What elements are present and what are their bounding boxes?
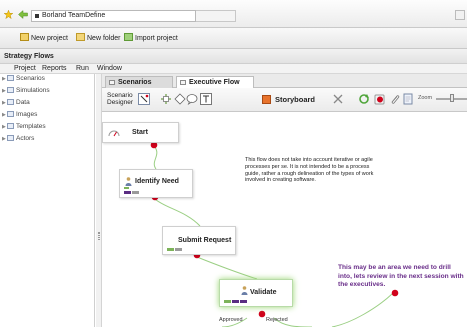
tab-scenarios[interactable]: Scenarios	[105, 76, 173, 88]
actors-icon	[7, 135, 14, 141]
start-gauge-icon	[108, 130, 120, 137]
app-tab-label: Borland TeamDefine	[42, 12, 106, 19]
tree-item-images[interactable]: ▶ Images	[2, 110, 37, 120]
new-project-icon	[20, 33, 29, 41]
stop-icon[interactable]	[374, 93, 386, 105]
connector-dot[interactable]	[258, 310, 266, 318]
flow-node-validate[interactable]: Validate	[219, 279, 293, 307]
tree-item-label: Actors	[16, 135, 35, 142]
status-swatch-gray	[175, 248, 182, 251]
editor-tabstrip: Scenarios Executive Flow	[102, 74, 467, 89]
menu-window[interactable]: Window	[97, 64, 122, 74]
storyboard-label: Storyboard	[275, 95, 316, 104]
tree-item-label: Templates	[16, 123, 46, 130]
menu-bar: Project Reports Run Window	[0, 64, 467, 74]
menu-project[interactable]: Project	[14, 64, 36, 74]
person-icon	[241, 286, 248, 295]
flow-node-submit-request[interactable]: Submit Request	[162, 226, 236, 255]
storyboard-button[interactable]: Storyboard	[262, 95, 315, 105]
status-swatch-purple	[232, 300, 239, 303]
status-swatch-purple	[124, 191, 131, 194]
data-icon	[7, 99, 14, 105]
flow-description-note[interactable]: This flow does not take into account ite…	[245, 157, 385, 184]
back-arrow-icon[interactable]	[18, 10, 28, 19]
step-tool-icon[interactable]	[160, 93, 172, 105]
app-tab-icon	[35, 14, 39, 18]
tree-item-templates[interactable]: ▶ Templates	[2, 122, 46, 132]
connector-submit-validate	[196, 256, 258, 280]
decision-tool-icon[interactable]	[174, 93, 186, 105]
import-project-button[interactable]: Import project	[124, 33, 178, 45]
import-project-label: Import project	[135, 35, 178, 42]
edge-label-rejected: Rejected	[266, 317, 288, 323]
person-icon	[125, 177, 132, 186]
empty-tab[interactable]	[196, 10, 236, 22]
status-swatch-green	[167, 248, 174, 251]
designer-label: Scenario Designer	[107, 92, 134, 106]
panel-title: Strategy Flows	[0, 49, 467, 64]
scenarios-icon	[7, 75, 14, 81]
new-folder-label: New folder	[87, 35, 121, 42]
favorite-star-icon[interactable]	[4, 10, 13, 19]
zoom-label: Zoom	[418, 95, 433, 101]
tree-item-simulations[interactable]: ▶ Simulations	[2, 86, 50, 96]
tab-label: Executive Flow	[189, 79, 240, 86]
flow-canvas[interactable]: Start Identify Need Submit Request Valid…	[102, 113, 467, 327]
tree-item-actors[interactable]: ▶ Actors	[2, 134, 34, 144]
new-folder-button[interactable]: New folder	[76, 33, 120, 45]
tree-item-scenarios[interactable]: ▶ Scenarios	[2, 74, 45, 84]
scenario-designer-toolbar: Scenario Designer Storyboard Zoom	[102, 88, 467, 112]
node-label: Submit Request	[178, 237, 232, 244]
tree-item-data[interactable]: ▶ Data	[2, 98, 30, 108]
review-callout-note[interactable]: This may be an area we need to drill int…	[338, 264, 466, 290]
comment-tool-icon[interactable]	[186, 93, 198, 105]
refresh-icon[interactable]	[358, 93, 370, 105]
app-tab[interactable]: Borland TeamDefine	[31, 10, 196, 22]
text-tool-icon[interactable]	[200, 93, 212, 105]
new-project-label: New project	[31, 35, 68, 42]
tab-label: Scenarios	[118, 79, 152, 86]
connector-start-identify	[153, 145, 158, 170]
storyboard-icon	[262, 95, 271, 104]
connector-callout	[331, 293, 393, 327]
title-bar: Borland TeamDefine	[0, 0, 467, 28]
node-label: Validate	[250, 289, 277, 296]
flow-node-identify-need[interactable]: Identify Need	[119, 169, 193, 198]
tree-item-label: Scenarios	[16, 75, 45, 82]
status-swatch-purple	[240, 300, 247, 303]
simulations-icon	[7, 87, 14, 93]
connector-dot[interactable]	[391, 289, 399, 297]
splitter-grip-icon[interactable]	[98, 232, 100, 240]
new-project-button[interactable]: New project	[20, 33, 68, 45]
tree-item-label: Data	[16, 99, 30, 106]
main-toolbar: New project New folder Import project	[0, 28, 467, 49]
import-icon	[124, 33, 133, 41]
node-label: Start	[132, 129, 148, 136]
window-control-icon[interactable]	[455, 10, 465, 20]
tab-icon	[180, 80, 186, 85]
edge-label-approved: Approved	[219, 317, 243, 323]
flow-node-start[interactable]: Start	[102, 122, 179, 143]
status-swatch-gray	[132, 191, 139, 194]
folder-icon	[76, 33, 85, 41]
status-swatch-green	[224, 300, 231, 303]
delete-icon[interactable]	[332, 93, 344, 105]
images-icon	[7, 111, 14, 117]
tab-icon	[109, 80, 115, 85]
templates-icon	[7, 123, 14, 129]
node-label: Identify Need	[135, 178, 179, 185]
menu-run[interactable]: Run	[76, 64, 89, 74]
document-icon[interactable]	[402, 93, 414, 105]
select-tool-icon[interactable]	[138, 93, 150, 105]
tree-item-label: Images	[16, 111, 38, 118]
zoom-slider-knob[interactable]	[450, 94, 454, 102]
menu-reports[interactable]: Reports	[42, 64, 67, 74]
tree-item-label: Simulations	[16, 87, 50, 94]
project-tree: ▶ Scenarios ▶ Simulations ▶ Data ▶ Images ▶ T…	[0, 74, 95, 327]
status-swatch-green	[124, 187, 129, 189]
attach-icon[interactable]	[389, 93, 401, 105]
connector-identify-submit	[154, 198, 201, 227]
